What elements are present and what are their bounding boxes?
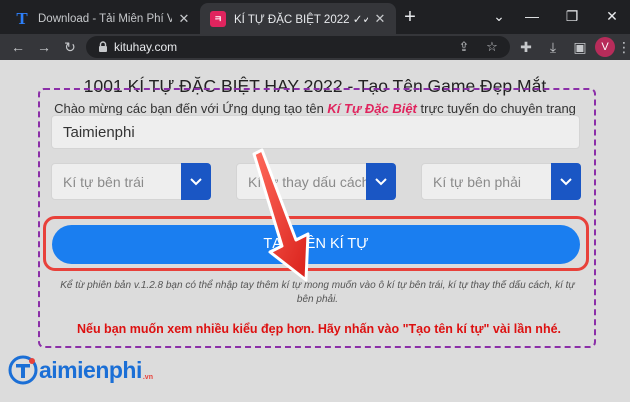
brand-suffix: .vn [142,373,153,381]
window-close-icon[interactable]: ✕ [600,4,624,28]
tab-kituhay[interactable]: ㅋ KÍ TỰ ĐẶC BIỆT 2022 ✓✓✓ Đặ ✕ [200,3,396,34]
browser-toolbar: ← → ↻ kituhay.com ⇪ ☆ ✚ ⤓ ▣ V ⋮ [0,34,630,60]
tab-strip: T Download - Tải Miễn Phí VN - Phầ ✕ ㅋ K… [0,0,630,34]
tab-title: Download - Tải Miễn Phí VN - Phầ [38,12,172,25]
close-icon[interactable]: ✕ [372,11,388,27]
left-char-placeholder: Kí tự bên trái [63,174,144,190]
red-arrow-annotation-icon [252,148,310,282]
address-bar[interactable]: kituhay.com ⇪ ☆ [86,36,510,58]
taimienphi-logo-icon [8,355,38,385]
back-arrow-icon[interactable]: ← [8,37,28,57]
download-icon[interactable]: ⤓ [543,37,563,57]
share-icon[interactable]: ⇪ [454,37,474,57]
side-panel-icon[interactable]: ▣ [570,37,590,57]
tab-title: KÍ TỰ ĐẶC BIỆT 2022 ✓✓✓ Đặ [234,13,368,26]
menu-kebab-icon[interactable]: ⋮ [617,37,630,57]
right-char-select[interactable]: Kí tự bên phải [421,163,581,200]
reload-icon[interactable]: ↻ [60,37,80,57]
dropdown-button[interactable] [181,163,211,200]
right-char-placeholder: Kí tự bên phải [433,174,521,190]
taimienphi-favicon-icon: T [16,8,28,28]
lock-icon [99,41,107,52]
restore-icon[interactable]: ❐ [560,4,584,28]
chevron-down-icon [190,178,202,186]
extensions-puzzle-icon[interactable]: ✚ [516,37,536,57]
tab-download-taimienphi[interactable]: T Download - Tải Miễn Phí VN - Phầ ✕ [4,3,200,34]
kituhay-favicon-icon: ㅋ [210,10,226,27]
brand-name: aimienphi [39,356,142,383]
url-text: kituhay.com [114,40,178,54]
left-char-select[interactable]: Kí tự bên trái [51,163,211,200]
chevron-down-icon [560,178,572,186]
new-tab-button[interactable]: + [400,7,420,27]
profile-avatar[interactable]: V [595,37,615,57]
dropdown-button[interactable] [366,163,396,200]
tip-text: Nếu bạn muốn xem nhiều kiểu đẹp hơn. Hãy… [76,322,562,336]
taimienphi-watermark: aimienphi .vn [8,353,153,387]
chevron-down-icon [375,178,387,186]
name-input[interactable] [51,115,580,149]
tab-search-chevron-icon[interactable]: ⌄ [487,4,511,28]
close-icon[interactable]: ✕ [176,11,192,27]
dropdown-button[interactable] [551,163,581,200]
bookmark-star-icon[interactable]: ☆ [482,37,502,57]
forward-arrow-icon[interactable]: → [34,37,54,57]
minimize-icon[interactable]: — [520,4,544,28]
